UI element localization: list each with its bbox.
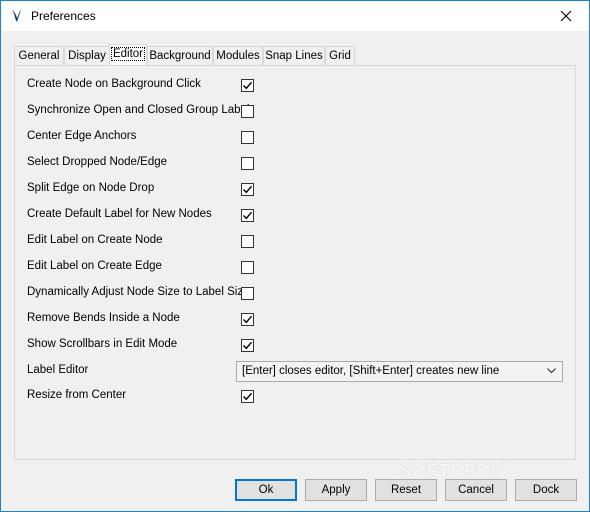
option-label: Edit Label on Create Edge [27,260,162,272]
cancel-button[interactable]: Cancel [445,479,507,501]
option-checkbox[interactable] [241,339,254,352]
option-label: Split Edge on Node Drop [27,182,155,194]
checkmark-icon [243,392,252,401]
option-checkbox[interactable] [241,287,254,300]
option-label: Synchronize Open and Closed Group Label [27,104,250,116]
option-checkbox[interactable] [241,105,254,118]
chevron-down-icon [547,368,556,374]
app-icon [12,9,21,22]
checkmark-icon [243,185,252,194]
option-checkbox[interactable] [241,157,254,170]
tab-editor[interactable]: Editor [109,44,147,66]
option-label: Remove Bends Inside a Node [27,312,180,324]
tab-grid[interactable]: Grid [325,46,355,65]
ok-button[interactable]: Ok [235,479,297,501]
option-label: Center Edge Anchors [27,130,137,142]
close-button[interactable] [543,1,589,31]
option-label: Select Dropped Node/Edge [27,156,168,168]
tab-snap-lines[interactable]: Snap Lines [263,46,325,65]
label-editor-value: [Enter] closes editor, [Shift+Enter] cre… [242,365,500,377]
checkmark-icon [243,211,252,220]
title-bar: Preferences [1,1,589,31]
option-checkbox[interactable] [241,131,254,144]
option-checkbox[interactable] [241,79,254,92]
option-checkbox[interactable] [241,235,254,248]
option-label: Create Node on Background Click [27,78,201,90]
resize-from-center-label: Resize from Center [27,389,127,401]
option-checkbox[interactable] [241,209,254,222]
tab-display[interactable]: Display [64,46,110,65]
option-checkbox[interactable] [241,183,254,196]
close-icon [560,10,572,22]
option-label: Edit Label on Create Node [27,234,163,246]
option-label: Show Scrollbars in Edit Mode [27,338,178,350]
option-label: Create Default Label for New Nodes [27,208,212,220]
reset-button[interactable]: Reset [375,479,437,501]
checkmark-icon [243,81,252,90]
window-title: Preferences [31,9,96,23]
tab-general[interactable]: General [14,46,64,65]
tab-modules[interactable]: Modules [213,46,263,65]
tab-background[interactable]: Background [147,46,213,65]
checkmark-icon [243,315,252,324]
option-label: Dynamically Adjust Node Size to Label Si… [27,286,250,298]
option-checkbox[interactable] [241,261,254,274]
dock-button[interactable]: Dock [515,479,577,501]
resize-from-center-checkbox[interactable] [241,390,254,403]
preferences-window: Preferences General Display Editor Backg… [0,0,590,512]
apply-button[interactable]: Apply [305,479,367,501]
option-checkbox[interactable] [241,313,254,326]
label-editor-select[interactable]: [Enter] closes editor, [Shift+Enter] cre… [236,361,563,382]
label-editor-label: Label Editor [27,364,89,376]
checkmark-icon [243,341,252,350]
